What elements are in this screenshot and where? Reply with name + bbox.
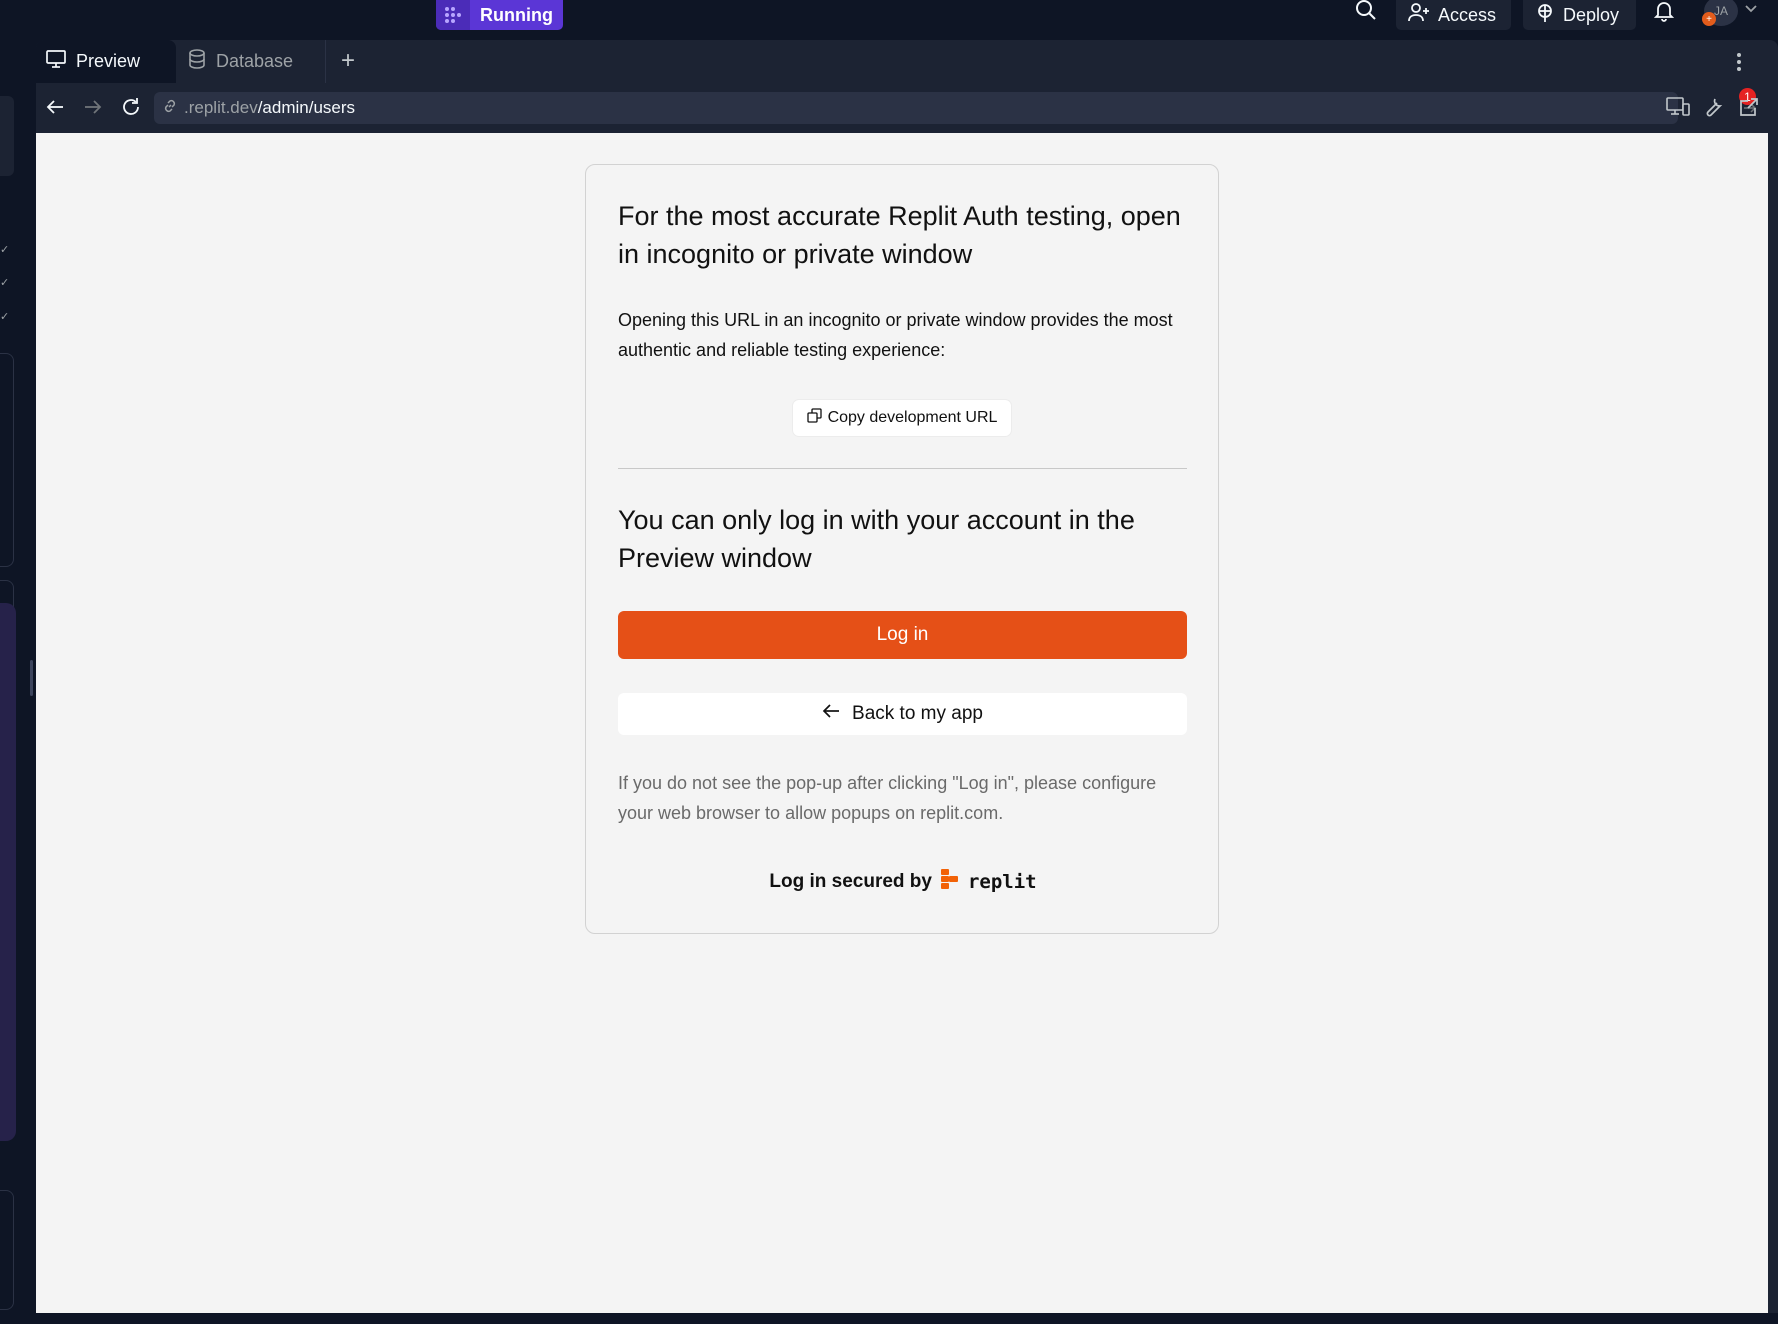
check-icon: ✓ [0, 244, 10, 256]
link-icon [162, 98, 178, 119]
collapsed-panel-button[interactable] [0, 96, 14, 176]
deploy-label: Deploy [1563, 4, 1620, 25]
check-icon: ✓ [0, 311, 10, 323]
reload-icon[interactable] [120, 96, 144, 120]
run-status-button[interactable]: Running [436, 0, 563, 30]
incognito-description: Opening this URL in an incognito or priv… [618, 310, 1173, 360]
section-divider [618, 468, 1187, 469]
forward-arrow-icon[interactable] [82, 96, 106, 120]
access-button[interactable]: Access [1396, 0, 1511, 30]
secured-by-text: Log in secured by [769, 871, 932, 892]
workspace-header: Running Access Deploy JA + [0, 0, 1778, 40]
log-in-label: Log in [876, 624, 929, 645]
open-new-tab-icon[interactable] [1738, 96, 1762, 120]
devtools-wrench-icon[interactable] [1702, 96, 1726, 120]
replit-dots-icon [436, 0, 470, 30]
chevron-down-icon[interactable] [1744, 2, 1758, 16]
panel-resize-handle[interactable] [30, 660, 33, 696]
auth-card: For the most accurate Replit Auth testin… [585, 164, 1219, 934]
access-label: Access [1438, 4, 1497, 25]
collapsed-chat-panel [0, 603, 16, 1141]
tab-database[interactable]: Database [178, 40, 326, 83]
monitor-icon [46, 50, 66, 73]
back-to-app-label: Back to my app [852, 703, 983, 724]
avatar-badge: + [1702, 12, 1716, 26]
url-path: /admin/users [257, 98, 356, 117]
back-to-app-button[interactable]: Back to my app [618, 693, 1187, 735]
devices-icon[interactable] [1666, 96, 1690, 120]
pane-tab-bar: Preview Database + [36, 40, 1778, 83]
preview-right-edge [1768, 133, 1778, 1313]
tab-label: Preview [76, 51, 141, 71]
replit-logo-icon [940, 868, 960, 896]
search-icon[interactable] [1355, 0, 1379, 22]
collapsed-panel-box [0, 353, 14, 567]
run-status-label: Running [480, 4, 553, 25]
arrow-left-icon [822, 703, 840, 725]
tab-label: Database [216, 51, 294, 71]
url-input[interactable]: .replit.dev/admin/users [154, 92, 1757, 124]
preview-login-heading: You can only log in with your account in… [618, 505, 1135, 573]
back-arrow-icon[interactable] [44, 96, 68, 120]
tab-preview[interactable]: Preview [36, 40, 176, 83]
copy-icon [806, 408, 822, 428]
notifications-bell-icon[interactable] [1653, 0, 1676, 22]
log-in-button[interactable]: Log in [618, 611, 1187, 659]
preview-address-bar: .replit.dev/admin/users 1 [36, 83, 1778, 133]
url-domain: .replit.dev [184, 98, 258, 117]
replit-wordmark: replit [967, 871, 1037, 893]
deploy-button[interactable]: Deploy [1523, 0, 1636, 30]
incognito-heading: For the most accurate Replit Auth testin… [618, 201, 1181, 269]
collapsed-panel-box [0, 1190, 14, 1310]
deploy-icon [1535, 3, 1555, 28]
copy-development-url-button[interactable]: Copy development URL [793, 400, 1011, 436]
popup-note: If you do not see the pop-up after click… [618, 773, 1157, 823]
secured-by-footer: Log in secured by replit [618, 867, 1188, 897]
check-icon: ✓ [0, 277, 10, 289]
avatar-initials: JA [1713, 4, 1728, 18]
bottom-edge [0, 1313, 1778, 1324]
user-plus-icon [1408, 2, 1430, 28]
add-tab-plus-icon[interactable]: + [336, 49, 360, 74]
copy-url-label: Copy development URL [827, 409, 998, 426]
database-icon [188, 49, 206, 74]
more-options-icon[interactable] [1736, 52, 1756, 74]
preview-viewport: For the most accurate Replit Auth testin… [36, 133, 1768, 1313]
